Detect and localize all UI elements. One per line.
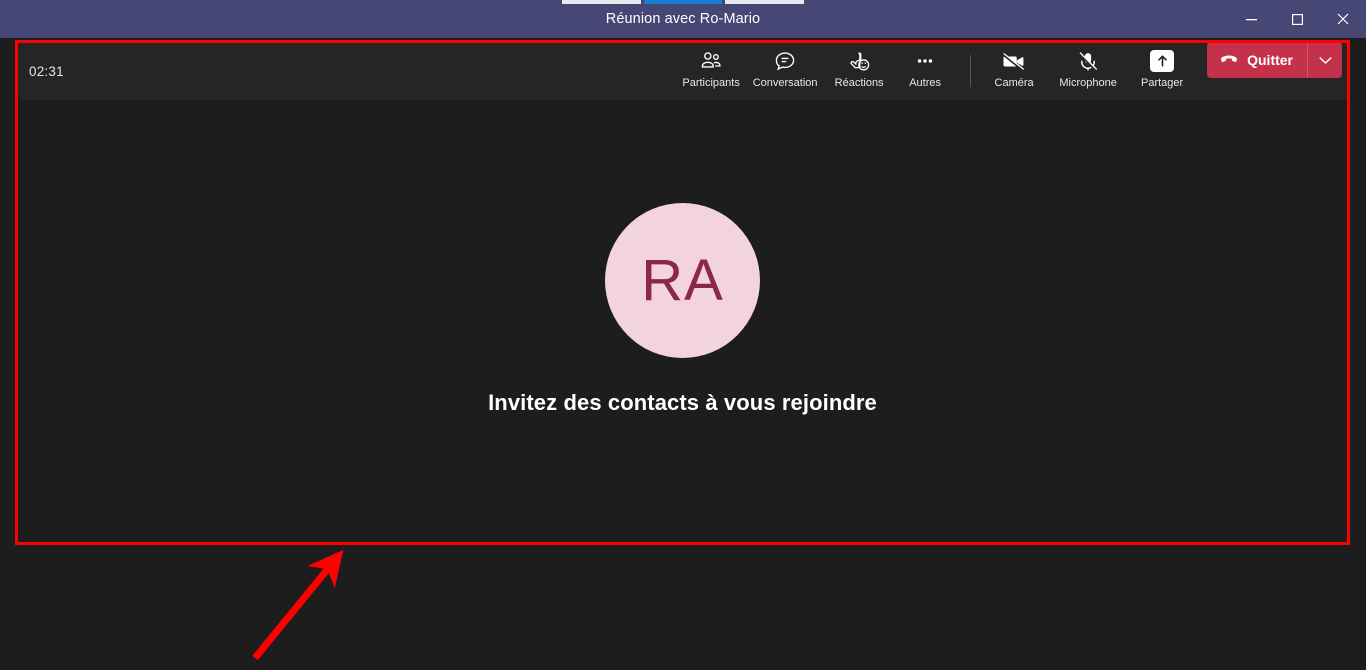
more-ellipsis-icon (914, 48, 936, 74)
meeting-toolbar: 02:31 Participants Conversation Réaction… (17, 42, 1348, 100)
minimize-button[interactable] (1228, 0, 1274, 38)
chat-label: Conversation (752, 77, 818, 89)
avatar: RA (605, 203, 760, 358)
meeting-timer: 02:31 (29, 63, 64, 79)
microphone-label: Microphone (1059, 77, 1117, 89)
microphone-toggle-button[interactable]: Microphone (1047, 42, 1129, 89)
maximize-icon (1291, 13, 1303, 25)
meeting-container: 02:31 Participants Conversation Réaction… (17, 42, 1348, 543)
annotation-arrow (252, 549, 344, 661)
camera-toggle-button[interactable]: Caméra (981, 42, 1047, 89)
participants-button[interactable]: Participants (678, 42, 744, 89)
hangup-icon (1219, 52, 1239, 69)
maximize-button[interactable] (1274, 0, 1320, 38)
reactions-icon (848, 48, 871, 74)
close-icon (1337, 13, 1349, 25)
window-title: Réunion avec Ro-Mario (605, 11, 761, 27)
strip-segment-3 (725, 0, 805, 4)
reactions-button[interactable]: Réactions (826, 42, 892, 89)
avatar-initials: RA (641, 248, 724, 313)
chat-button[interactable]: Conversation (744, 42, 826, 89)
reactions-label: Réactions (834, 77, 884, 89)
close-button[interactable] (1320, 0, 1366, 38)
meeting-stage: RA Invitez des contacts à vous rejoindre (17, 100, 1348, 543)
leave-meeting-label: Quitter (1247, 52, 1293, 68)
toolbar-controls: Participants Conversation Réactions Autr… (678, 42, 1346, 100)
share-label: Partager (1141, 77, 1184, 89)
camera-off-icon (1002, 48, 1026, 74)
chat-icon (774, 48, 796, 74)
more-label: Autres (909, 77, 941, 89)
people-icon (700, 48, 722, 74)
leave-meeting-group: Quitter (1207, 42, 1342, 78)
more-button[interactable]: Autres (892, 42, 958, 89)
window-titlebar: Réunion avec Ro-Mario (0, 0, 1366, 38)
share-screen-icon (1150, 48, 1175, 74)
top-progress-strip (562, 0, 805, 4)
strip-segment-1 (562, 0, 641, 4)
microphone-off-icon (1077, 48, 1099, 74)
window-controls (1228, 0, 1366, 38)
camera-label: Caméra (994, 77, 1034, 89)
stage-caption: Invitez des contacts à vous rejoindre (488, 390, 877, 415)
teams-meeting-window: Réunion avec Ro-Mario 02:31 Participants… (0, 0, 1366, 670)
participants-label: Participants (682, 77, 740, 89)
leave-options-button[interactable] (1307, 42, 1342, 78)
toolbar-divider (970, 55, 972, 87)
share-active-chip (1150, 50, 1175, 72)
strip-segment-2-active (643, 0, 723, 4)
leave-meeting-button[interactable]: Quitter (1207, 42, 1307, 78)
chevron-down-icon (1318, 56, 1332, 64)
minimize-icon (1245, 18, 1257, 20)
share-screen-button[interactable]: Partager (1129, 42, 1195, 89)
